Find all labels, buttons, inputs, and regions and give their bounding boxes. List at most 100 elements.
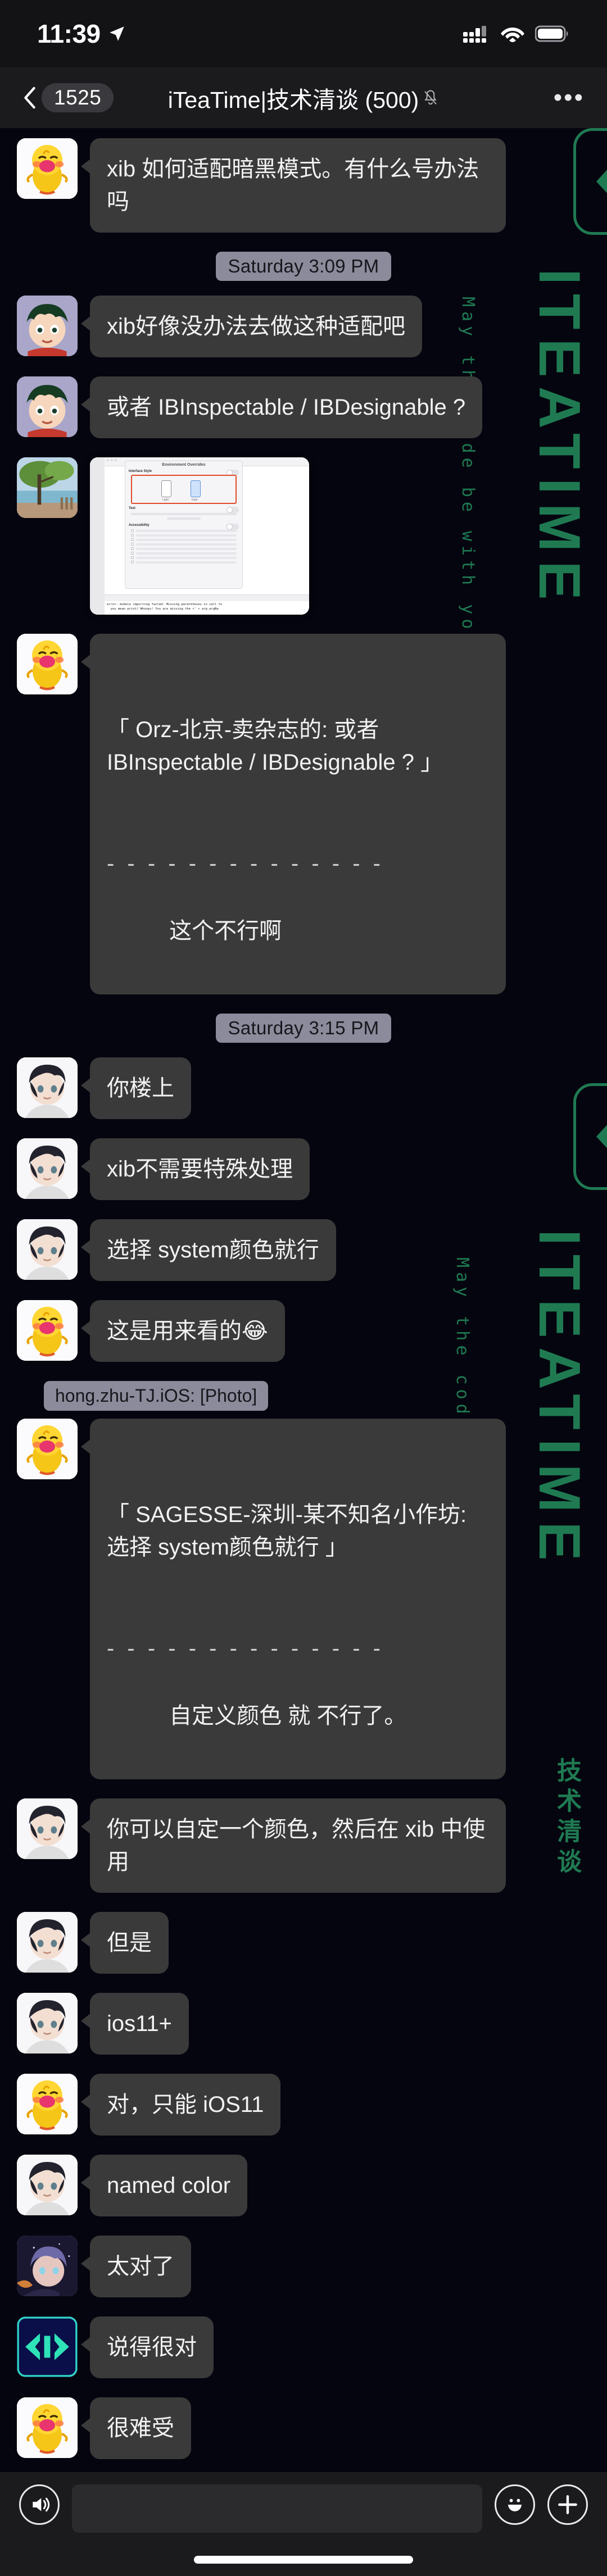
message-bubble[interactable]: 这是用来看的😂 [81,1300,285,1362]
status-indicators [463,24,570,43]
message-row: 或者 IBInspectable / IBDesignable ? [0,376,607,438]
back-button[interactable]: 1525 [22,83,114,112]
avatar[interactable] [17,1419,78,1479]
voice-wave-icon [33,2497,50,2512]
accessibility-toggle[interactable] [227,524,239,530]
quoted-text: 「 SAGESSE-深圳-某不知名小作坊: 选择 system颜色就行 」 [107,1502,473,1560]
avatar[interactable] [17,1138,78,1199]
message-row: 「 SAGESSE-深圳-某不知名小作坊: 选择 system颜色就行 」 - … [0,1419,607,1779]
dark-label: Dark [192,498,198,502]
avatar[interactable] [17,1219,78,1280]
avatar[interactable] [17,2074,78,2134]
accessibility-checkbox[interactable] [131,552,237,555]
avatar[interactable] [17,634,78,694]
message-text-input[interactable] [72,2484,482,2533]
avatar[interactable] [17,457,78,518]
home-indicator [194,2556,413,2564]
nature-tree-avatar [17,457,78,518]
reply-text: 这个不行啊 [169,919,282,943]
avatar[interactable] [17,1993,78,2053]
anime-green-hair-avatar [17,376,78,437]
message-input-bar [0,2472,607,2576]
environment-overrides-panel: Environment Overrides Interface Style Li… [125,461,243,589]
message-bubble[interactable]: 但是 [81,1912,169,1974]
message-bubble[interactable]: 太对了 [81,2236,191,2297]
dark-option[interactable] [191,480,201,497]
avatar[interactable] [17,376,78,437]
text-toggle[interactable] [227,507,239,513]
bubble-wrap: 「 SAGESSE-深圳-某不知名小作坊: 选择 system颜色就行 」 - … [81,1419,506,1779]
message-bubble[interactable]: 选择 system颜色就行 [81,1219,336,1281]
wifi-icon [501,28,524,42]
dynamic-type-slider[interactable] [131,513,237,515]
bubble-wrap: 你可以自定一个颜色，然后在 xib 中使用 [81,1798,506,1893]
bubble-wrap: 很难受 [81,2397,191,2459]
accessibility-checkbox[interactable] [131,534,237,537]
duck-sticker-avatar [17,1300,78,1361]
window-controls [107,459,117,461]
message-bubble[interactable]: ios11+ [80,1993,189,2055]
voice-input-button[interactable] [19,2484,60,2525]
avatar[interactable] [17,2236,78,2296]
more-options-button[interactable]: ••• [554,85,585,110]
emoji-button[interactable] [495,2484,535,2525]
message-bubble[interactable]: 或者 IBInspectable / IBDesignable ? [80,376,483,438]
accessibility-label: Accessibility [125,522,242,530]
cellular-signal-icon [463,26,486,43]
avatar[interactable] [17,138,78,199]
message-row-photo: Environment Overrides Interface Style Li… [0,457,607,615]
bubble-wrap: xib 如何适配暗黑模式。有什么号办法吗 [81,138,506,233]
quoted-text: 「 Orz-北京-卖杂志的: 或者 IBInspectable / IBDesi… [107,717,443,775]
anime-boy-grey-avatar [17,1219,78,1280]
photo-message[interactable]: Environment Overrides Interface Style Li… [90,457,309,615]
accessibility-checkbox[interactable] [131,529,237,532]
accessibility-checkbox[interactable] [131,561,237,564]
message-bubble-quote[interactable]: 「 Orz-北京-卖杂志的: 或者 IBInspectable / IBDesi… [81,634,506,994]
light-option[interactable] [161,480,171,497]
bubble-wrap: 你楼上 [81,1057,191,1119]
avatar[interactable] [17,1057,78,1118]
message-row: 说得很对 [0,2316,607,2378]
duck-sticker-avatar [17,2074,78,2134]
text-section-label: Text [125,505,242,513]
message-bubble[interactable]: 说得很对 [81,2316,214,2378]
avatar[interactable] [17,2316,78,2377]
message-bubble-quote[interactable]: 「 SAGESSE-深圳-某不知名小作坊: 选择 system颜色就行 」 - … [81,1419,506,1779]
duck-sticker-avatar [17,2397,78,2458]
location-arrow-icon [109,26,124,41]
add-attachment-button[interactable] [547,2484,588,2525]
avatar[interactable] [17,2155,78,2215]
message-bubble[interactable]: 很难受 [81,2397,191,2459]
accessibility-checkbox[interactable] [131,543,237,546]
message-bubble[interactable]: 对，只能 iOS11 [80,2074,281,2136]
message-bubble[interactable]: xib不需要特殊处理 [80,1138,310,1200]
bubble-wrap: 或者 IBInspectable / IBDesignable ? [80,376,483,438]
anime-boy-grey-avatar [17,2155,78,2215]
anime-boy-grey-avatar [17,1912,78,1973]
message-row: ios11+ [0,1993,607,2055]
accessibility-checkbox[interactable] [131,547,237,550]
anime-green-hair-avatar [17,296,78,356]
avatar[interactable] [17,2397,78,2458]
duck-sticker-avatar [17,634,78,694]
bell-slash-icon [424,90,437,105]
message-bubble[interactable]: xib好像没办法去做这种适配吧 [80,296,423,357]
message-list[interactable]: xib 如何适配暗黑模式。有什么号办法吗 Saturday 3:09 PM xi… [0,128,607,2576]
panel-title: Environment Overrides [162,463,206,467]
message-bubble[interactable]: 你楼上 [81,1057,191,1119]
system-notice: hong.zhu-TJ.iOS: [Photo] [44,1381,607,1411]
avatar[interactable] [17,296,78,356]
accessibility-checkbox[interactable] [131,556,237,559]
avatar[interactable] [17,1798,78,1859]
message-bubble[interactable]: 你可以自定一个颜色，然后在 xib 中使用 [81,1798,506,1893]
avatar[interactable] [17,1300,78,1361]
accessibility-checkbox[interactable] [131,538,237,541]
message-bubble[interactable]: xib 如何适配暗黑模式。有什么号办法吗 [81,138,506,233]
avatar[interactable] [17,1912,78,1973]
message-row: 但是 [0,1912,607,1974]
light-label: Light [162,498,169,502]
bubble-wrap: ios11+ [80,1993,189,2055]
xcode-console: error: module importing failed: Missing … [105,601,309,615]
xcode-debug-toolbar [105,594,309,601]
message-bubble[interactable]: named color [80,2155,248,2216]
